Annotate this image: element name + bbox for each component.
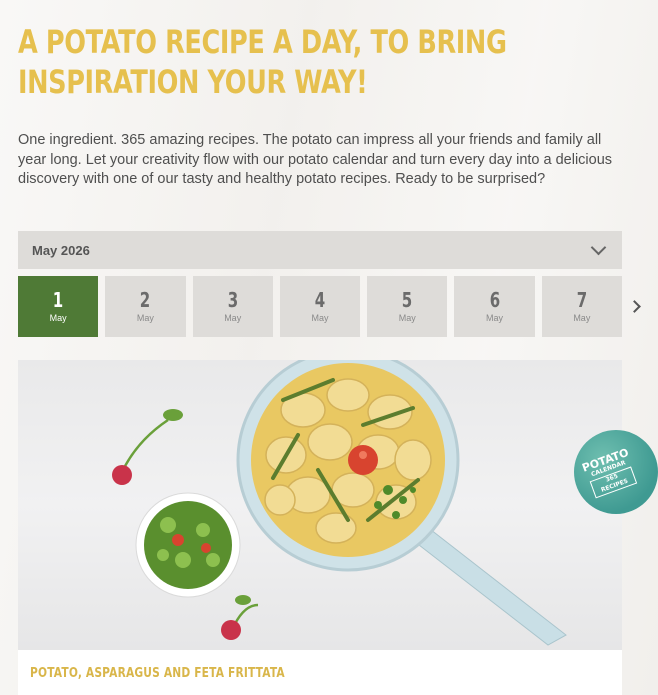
pan-handle (409, 525, 567, 646)
potato-calendar-badge[interactable]: POTATO CALENDAR 365 RECIPES (574, 430, 658, 514)
next-days-button[interactable] (627, 298, 644, 314)
day-tab-4[interactable]: 4 May (279, 276, 361, 337)
day-tab-5[interactable]: 5 May (367, 276, 448, 337)
day-tab-6[interactable]: 6 May (454, 276, 535, 337)
day-tab-7[interactable]: 7 May (541, 276, 622, 337)
day-tab-1[interactable]: 1 May (18, 276, 99, 337)
day-month: May (573, 313, 591, 323)
day-month: May (398, 313, 416, 323)
page-headline: A POTATO RECIPE A DAY, TO BRING INSPIRAT… (18, 23, 507, 101)
day-month: May (224, 313, 242, 323)
recipe-card[interactable]: POTATO, ASPARAGUS AND FETA FRITTATA (18, 360, 622, 695)
day-number: 5 (402, 288, 413, 312)
badge-text: POTATO CALENDAR 365 RECIPES (575, 445, 644, 501)
day-number: 6 (489, 288, 500, 312)
day-number: 4 (314, 288, 326, 312)
day-number: 2 (140, 288, 151, 312)
day-number: 3 (227, 288, 238, 312)
chevron-right-icon (627, 299, 641, 313)
day-number: 1 (52, 288, 64, 312)
day-month: May (311, 313, 329, 323)
day-month: May (136, 313, 154, 323)
day-tab-2[interactable]: 2 May (105, 276, 186, 337)
recipe-photo (18, 360, 622, 650)
day-number: 7 (576, 288, 588, 312)
day-picker: 1 May 2 May 3 May 4 May 5 May 6 May 7 Ma… (18, 276, 622, 337)
recipe-title: POTATO, ASPARAGUS AND FETA FRITTATA (30, 666, 285, 681)
radish (112, 465, 132, 485)
frittata-illustration (112, 360, 567, 646)
month-select-value: May 2026 (32, 242, 90, 258)
day-tab-3[interactable]: 3 May (192, 276, 273, 337)
intro-text: One ingredient. 365 amazing recipes. The… (18, 132, 613, 187)
chevron-down-icon (590, 239, 607, 256)
tomato (348, 445, 378, 475)
day-month: May (49, 313, 67, 323)
radish (221, 620, 241, 640)
month-select[interactable]: May 2026 (18, 231, 622, 269)
day-month: May (486, 313, 504, 323)
